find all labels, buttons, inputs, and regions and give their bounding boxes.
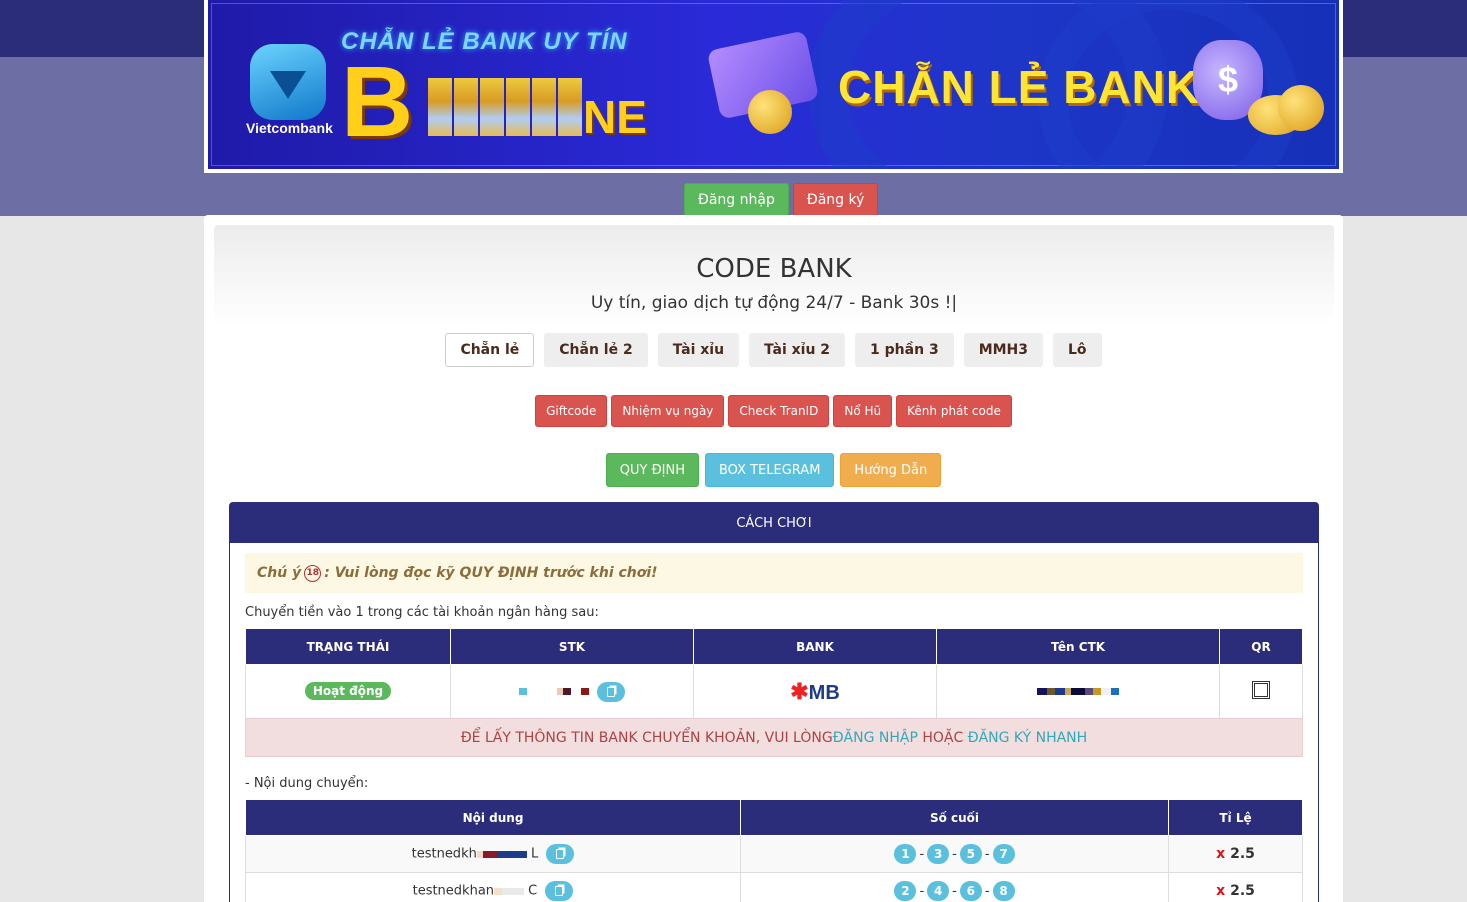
game-tabs: Chẵn lẻ Chẵn lẻ 2 Tài xỉu Tài xỉu 2 1 ph… [204, 333, 1343, 367]
feature-buttons: Giftcode Nhiệm vụ ngày Check TranID Nổ H… [204, 395, 1343, 427]
warn-text: HOẶC [917, 729, 968, 746]
code-channel-button[interactable]: Kênh phát code [896, 395, 1012, 427]
col-account-name: Tên CTK [936, 628, 1220, 665]
alert-text: : Vui lòng đọc kỹ QUY ĐỊNH trước khi chơ… [324, 565, 658, 581]
rules-button[interactable]: QUY ĐỊNH [605, 453, 699, 487]
brand-initial: B [341, 46, 414, 158]
multiplier-sign: x [1216, 846, 1226, 862]
digit-badge: 7 [992, 844, 1015, 864]
content-text: testnedkhan [412, 883, 495, 899]
login-required-alert: ĐỂ LẤY THÔNG TIN BANK CHUYỂN KHOẢN, VUI … [245, 718, 1303, 757]
rate-cell: x 2.5 [1168, 872, 1303, 902]
qr-cell [1219, 664, 1303, 719]
digit-badge: 4 [927, 881, 950, 901]
register-link[interactable]: ĐĂNG KÝ NHANH [968, 730, 1087, 746]
account-number-cell [450, 664, 694, 719]
copy-icon[interactable] [545, 881, 574, 901]
hero: CODE BANK Uy tín, giao dịch tự động 24/7… [214, 225, 1334, 325]
how-to-play-header: CÁCH CHƠI [230, 503, 1318, 543]
table-row: testnedkh L 1-3-5-7 x 2.5 [245, 835, 1303, 873]
content-table: Nội dung Số cuối Tỉ Lệ testnedkh L 1-3-5… [245, 799, 1303, 902]
content-cell: testnedkh L [245, 835, 741, 873]
bank-table: TRẠNG THÁI STK BANK Tên CTK QR Hoạt động [245, 628, 1303, 719]
site-banner[interactable]: Vietcombank CHẴN LẺ BANK UY TÍN B NE CHẴ… [204, 0, 1343, 173]
login-button[interactable]: Đăng nhập [684, 183, 789, 216]
digit-badge: 3 [927, 844, 950, 864]
action-buttons: QUY ĐỊNH BOX TELEGRAM Hướng Dẫn [204, 453, 1343, 487]
login-link[interactable]: ĐĂNG NHẬP [833, 730, 918, 746]
vietcombank-logo-icon [250, 44, 326, 120]
digits-cell: 1-3-5-7 [740, 835, 1169, 873]
mb-bank-logo: ✱MB [790, 678, 840, 704]
content-suffix: C [528, 883, 538, 899]
check-tranid-button[interactable]: Check TranID [728, 395, 830, 427]
table-row: Hoạt động ✱MB [245, 664, 1303, 719]
daily-mission-button[interactable]: Nhiệm vụ ngày [611, 395, 725, 427]
page-title: CODE BANK [696, 254, 852, 284]
digit-badge: 1 [894, 844, 917, 864]
rules-alert: Chú ý 18 : Vui lòng đọc kỹ QUY ĐỊNH trướ… [245, 553, 1303, 593]
register-button[interactable]: Đăng ký [792, 183, 879, 216]
bank-cell: ✱MB [693, 664, 937, 719]
page-subtitle: Uy tín, giao dịch tự động 24/7 - Bank 30… [590, 293, 958, 313]
tab-tai-xiu[interactable]: Tài xỉu [657, 333, 740, 367]
coin-icon [1278, 85, 1324, 131]
table-row: testnedkhan C 2-4-6-8 x 2.5 [245, 872, 1303, 902]
brand-name-censored [428, 78, 582, 136]
tab-1-phan-3[interactable]: 1 phần 3 [855, 333, 954, 367]
col-status: TRẠNG THÁI [245, 628, 451, 665]
col-content: Nội dung [245, 799, 741, 836]
copy-icon[interactable] [597, 681, 626, 702]
status-cell: Hoạt động [245, 664, 451, 719]
col-account-number: STK [450, 628, 694, 665]
age-18-icon: 18 [304, 564, 322, 582]
coin-icon [748, 90, 792, 134]
content-note: - Nội dung chuyển: [245, 776, 369, 791]
how-to-play-box: CÁCH CHƠI Chú ý 18 : Vui lòng đọc kỹ QUY… [229, 502, 1319, 902]
bank-name: Vietcombank [246, 120, 333, 136]
alert-prefix: Chú ý [257, 565, 302, 581]
account-name-cell [936, 664, 1220, 719]
tab-mmh3[interactable]: MMH3 [963, 333, 1044, 367]
warn-text: ĐỂ LẤY THÔNG TIN BANK CHUYỂN KHOẢN, VUI … [460, 729, 833, 746]
account-name-censored [1037, 688, 1119, 695]
main-panel: CODE BANK Uy tín, giao dịch tự động 24/7… [204, 215, 1343, 902]
content-censored [494, 887, 525, 895]
digits-cell: 2-4-6-8 [740, 872, 1169, 902]
multiplier-sign: x [1216, 883, 1226, 899]
col-rate: Tỉ Lệ [1168, 799, 1303, 836]
brand-tail: NE [583, 91, 647, 143]
tab-lo[interactable]: Lô [1053, 333, 1102, 367]
digit-badge: 5 [959, 844, 982, 864]
banner-headline: CHẴN LẺ BANK [838, 61, 1201, 113]
rate-value: 2.5 [1230, 883, 1255, 899]
tab-chan-le[interactable]: Chẵn lẻ [445, 333, 535, 367]
qr-code-icon[interactable] [1252, 680, 1270, 699]
tab-chan-le-2[interactable]: Chẵn lẻ 2 [544, 333, 648, 367]
rate-cell: x 2.5 [1168, 835, 1303, 873]
col-last-digits: Số cuối [740, 799, 1169, 836]
giftcode-button[interactable]: Giftcode [535, 395, 608, 427]
digit-badge: 8 [992, 881, 1015, 901]
content-censored [476, 850, 527, 858]
rate-value: 2.5 [1230, 846, 1255, 862]
content-cell: testnedkhan C [245, 872, 741, 902]
account-number-censored [518, 688, 589, 695]
digit-badge: 6 [959, 881, 982, 901]
digit-badge: 2 [894, 881, 917, 901]
content-suffix: L [530, 846, 539, 862]
content-text: testnedkh [411, 846, 477, 862]
jackpot-button[interactable]: Nổ Hũ [833, 395, 893, 427]
auth-buttons: Đăng nhập Đăng ký [684, 183, 879, 216]
guide-button[interactable]: Hướng Dẫn [840, 453, 942, 487]
col-qr: QR [1219, 628, 1303, 665]
copy-icon[interactable] [546, 844, 575, 864]
col-bank: BANK [693, 628, 937, 665]
transfer-note: Chuyển tiền vào 1 trong các tài khoản ng… [245, 605, 599, 620]
tab-tai-xiu-2[interactable]: Tài xỉu 2 [749, 333, 846, 367]
telegram-button[interactable]: BOX TELEGRAM [704, 453, 835, 487]
status-badge: Hoạt động [304, 682, 392, 700]
